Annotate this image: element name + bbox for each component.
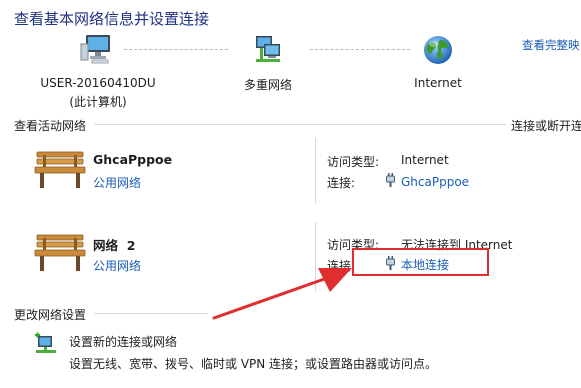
section-divider bbox=[94, 313, 208, 314]
setup-new-connection-link[interactable]: 设置新的连接或网络 bbox=[69, 333, 177, 350]
new-connection-icon bbox=[34, 332, 58, 356]
annotation-arrow bbox=[212, 268, 352, 320]
setup-new-connection-description: 设置无线、宽带、拨号、临时或 VPN 连接；或设置路由器或访问点。 bbox=[69, 357, 438, 371]
change-settings-header: 更改网络设置 bbox=[14, 308, 87, 322]
